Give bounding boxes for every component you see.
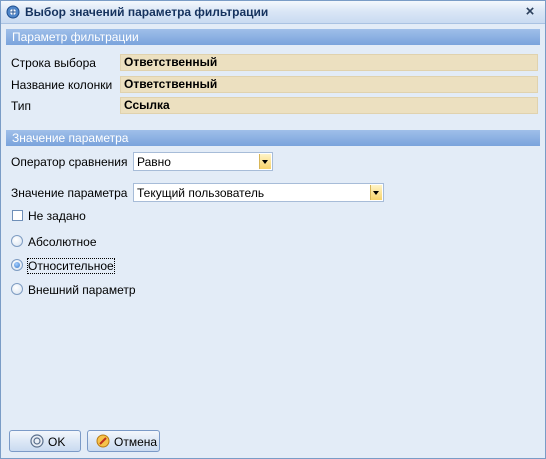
parameter-value-label: Значение параметра: [11, 186, 128, 200]
column-name-field: Ответственный: [120, 76, 538, 93]
not-set-checkbox[interactable]: [12, 210, 23, 221]
selection-row-field: Ответственный: [120, 54, 538, 71]
not-set-label[interactable]: Не задано: [28, 209, 86, 223]
column-name-label: Название колонки: [11, 78, 113, 92]
cancel-button-label: Отмена: [114, 435, 158, 449]
ok-button[interactable]: OK: [9, 430, 81, 452]
title-bar[interactable]: Выбор значений параметра фильтрации ×: [1, 1, 545, 24]
dialog-title: Выбор значений параметра фильтрации: [25, 5, 269, 19]
comparison-operator-label: Оператор сравнения: [11, 155, 128, 169]
relative-radio[interactable]: [11, 259, 23, 271]
external-parameter-radio-label[interactable]: Внешний параметр: [28, 283, 136, 297]
absolute-radio[interactable]: [11, 235, 23, 247]
type-label: Тип: [11, 99, 32, 113]
ok-icon: [30, 434, 44, 448]
relative-radio-label[interactable]: Относительное: [27, 258, 115, 274]
comparison-operator-select[interactable]: Равно: [133, 152, 273, 171]
parameter-value-value: Текущий пользователь: [137, 186, 265, 200]
cancel-button[interactable]: Отмена: [87, 430, 160, 452]
selection-row-label: Строка выбора: [11, 56, 96, 70]
external-parameter-radio[interactable]: [11, 283, 23, 295]
absolute-radio-label[interactable]: Абсолютное: [28, 235, 97, 249]
close-icon[interactable]: ×: [522, 3, 538, 20]
ok-button-label: OK: [48, 435, 66, 449]
parameter-value-select[interactable]: Текущий пользователь: [133, 183, 384, 202]
chevron-down-icon[interactable]: [259, 154, 271, 169]
comparison-operator-value: Равно: [137, 155, 171, 169]
cancel-icon: [96, 434, 110, 448]
filter-parameter-header: Параметр фильтрации: [6, 29, 540, 45]
chevron-down-icon[interactable]: [370, 185, 382, 200]
filter-dialog-icon: [6, 5, 20, 19]
parameter-value-header: Значение параметра: [6, 130, 540, 146]
type-field: Ссылка: [120, 97, 538, 114]
filter-value-dialog: Выбор значений параметра фильтрации × Па…: [0, 0, 546, 459]
